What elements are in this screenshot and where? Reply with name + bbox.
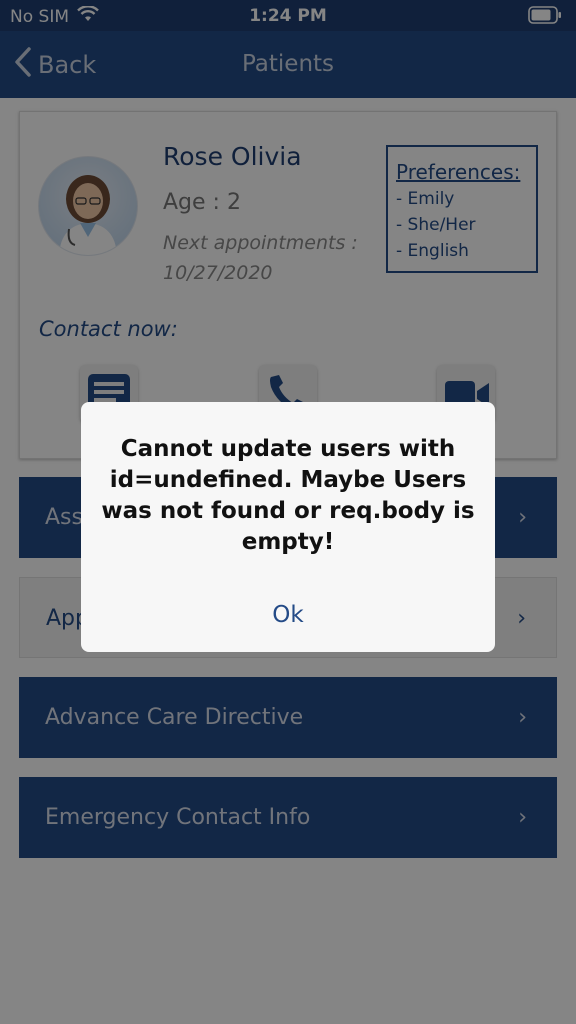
alert-message: Cannot update users with id=undefined. M…	[101, 436, 475, 555]
ok-button[interactable]: Ok	[81, 602, 495, 628]
alert-dialog: Cannot update users with id=undefined. M…	[81, 402, 495, 652]
